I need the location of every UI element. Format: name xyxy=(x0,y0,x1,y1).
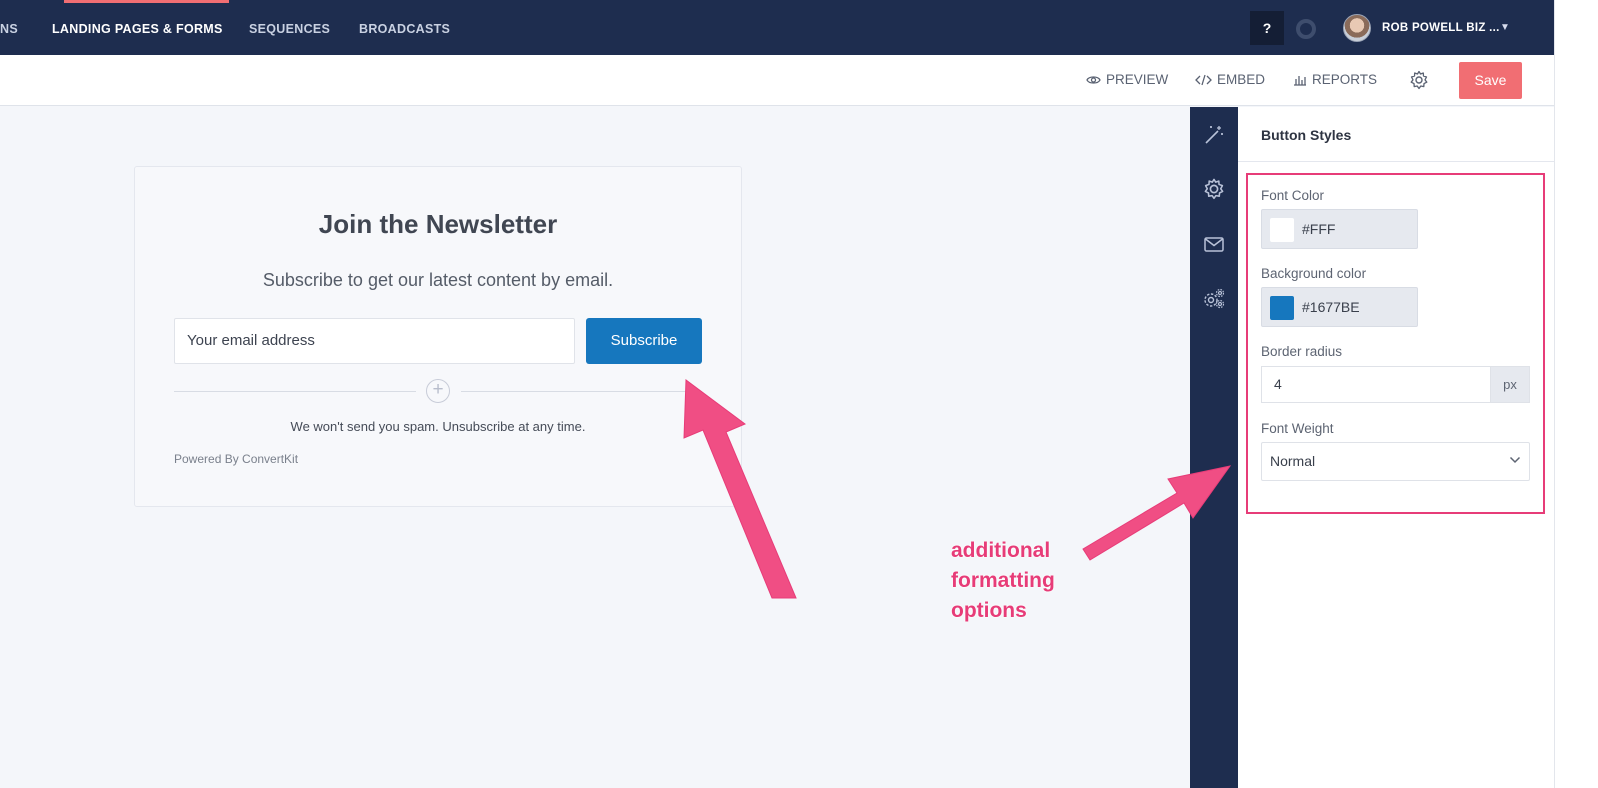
button-styles-panel: Button Styles Font Color #FFF Background… xyxy=(1238,107,1554,788)
save-button[interactable]: Save xyxy=(1459,62,1522,99)
preview-button[interactable]: PREVIEW xyxy=(1086,72,1168,87)
powered-by-link[interactable]: Powered By ConvertKit xyxy=(174,452,298,466)
settings-side-rail xyxy=(1190,107,1238,788)
newsletter-form-card[interactable]: Join the Newsletter Subscribe to get our… xyxy=(134,166,742,507)
user-menu-name[interactable]: ROB POWELL BIZ ... xyxy=(1382,22,1500,34)
gear-icon[interactable] xyxy=(1202,177,1226,201)
form-subtitle[interactable]: Subscribe to get our latest content by e… xyxy=(135,270,741,291)
envelope-icon[interactable] xyxy=(1202,232,1226,256)
subscribe-button[interactable]: Subscribe xyxy=(586,318,702,364)
editor-toolbar: PREVIEW EMBED REPORTS Save xyxy=(0,55,1554,106)
nav-item-sequences[interactable]: SEQUENCES xyxy=(249,22,330,36)
scrollbar-area[interactable] xyxy=(1554,0,1598,788)
annotation-line: formatting xyxy=(951,569,1055,592)
form-title[interactable]: Join the Newsletter xyxy=(135,209,741,240)
gear-icon xyxy=(1410,70,1428,90)
avatar[interactable] xyxy=(1343,14,1371,42)
nav-item-campaigns[interactable]: NS xyxy=(0,22,18,36)
annotation-highlight-box xyxy=(1246,173,1545,514)
eye-icon xyxy=(1086,75,1101,84)
add-block-icon[interactable]: + xyxy=(426,379,450,403)
nav-item-broadcasts[interactable]: BROADCASTS xyxy=(359,22,450,36)
bar-chart-icon xyxy=(1294,75,1306,86)
panel-title: Button Styles xyxy=(1261,127,1352,143)
nav-item-landing-pages-forms[interactable]: LANDING PAGES & FORMS xyxy=(52,22,223,36)
gears-icon[interactable] xyxy=(1202,287,1226,311)
divider xyxy=(461,391,702,392)
spam-disclaimer[interactable]: We won't send you spam. Unsubscribe at a… xyxy=(135,419,741,434)
reports-label: REPORTS xyxy=(1312,72,1378,87)
loading-ring-icon xyxy=(1296,19,1316,39)
embed-button[interactable]: EMBED xyxy=(1195,72,1265,87)
chevron-down-icon[interactable]: ▼ xyxy=(1500,22,1510,33)
annotation-text: additional formatting options xyxy=(951,536,1055,626)
help-button[interactable]: ? xyxy=(1250,11,1284,45)
reports-button[interactable]: REPORTS xyxy=(1293,72,1377,87)
active-tab-indicator xyxy=(64,0,229,3)
settings-button[interactable] xyxy=(1409,70,1429,95)
divider xyxy=(1238,161,1554,162)
divider xyxy=(174,391,416,392)
annotation-line: options xyxy=(951,599,1027,622)
embed-label: EMBED xyxy=(1217,72,1266,87)
magic-wand-icon[interactable] xyxy=(1202,123,1226,147)
editor-canvas: Join the Newsletter Subscribe to get our… xyxy=(0,107,1190,788)
preview-label: PREVIEW xyxy=(1106,72,1169,87)
email-field[interactable]: Your email address xyxy=(174,318,575,364)
code-icon xyxy=(1195,74,1212,85)
top-navigation: NS LANDING PAGES & FORMS SEQUENCES BROAD… xyxy=(0,0,1598,55)
annotation-line: additional xyxy=(951,539,1051,562)
